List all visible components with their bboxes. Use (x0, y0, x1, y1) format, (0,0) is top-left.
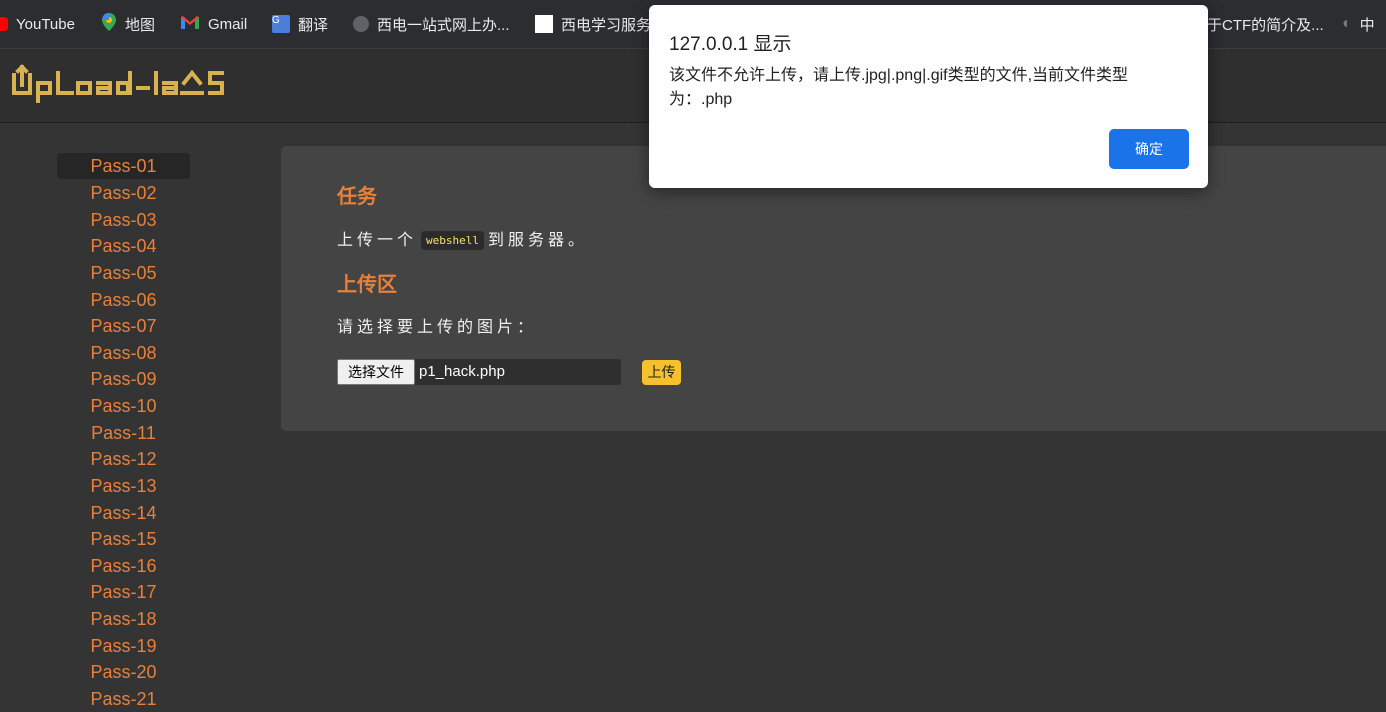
upload-heading: 上传区 (337, 274, 397, 296)
bookmark-ctf[interactable]: 于CTF的简介及... (1207, 13, 1324, 35)
bookmark-label: YouTube (16, 15, 75, 33)
bookmark-maps[interactable]: 地图 (101, 13, 155, 35)
sidebar-item-pass-21[interactable]: Pass-21 (57, 686, 190, 712)
sidebar: Pass-01 Pass-02 Pass-03 Pass-04 Pass-05 … (0, 123, 260, 709)
upload-prompt: 请选择要上传的图片： (337, 319, 538, 336)
sidebar-item-pass-10[interactable]: Pass-10 (57, 393, 190, 419)
sidebar-item-pass-19[interactable]: Pass-19 (57, 633, 190, 659)
bookmark-youtube[interactable]: YouTube (0, 13, 75, 35)
sidebar-item-pass-14[interactable]: Pass-14 (57, 500, 190, 526)
selected-file-name: p1_hack.php (419, 363, 505, 380)
bookmark-label: 翻译 (298, 16, 329, 34)
bookmark-label: 中 (1359, 16, 1375, 34)
dialog-message: 该文件不允许上传，请上传.jpg|.png|.gif类型的文件,当前文件类型为：… (669, 67, 1129, 108)
bookmark-label: 西电学习服务 (561, 16, 652, 34)
content-panel: 任务 上传一个 webshell 到服务器。 上传区 请选择要上传的图片： 选择文件… (281, 146, 1386, 431)
page-icon (535, 15, 553, 33)
dialog-ok-button[interactable]: 确定 (1109, 129, 1189, 169)
bookmark-label: 西电一站式网上办... (377, 16, 510, 34)
bookmark-label: 地图 (125, 16, 156, 34)
sidebar-item-pass-09[interactable]: Pass-09 (57, 366, 190, 392)
task-code: webshell (421, 231, 484, 250)
bookmark-xidian-study[interactable]: 西电学习服务 (535, 13, 651, 35)
sidebar-item-pass-02[interactable]: Pass-02 (57, 180, 190, 206)
task-heading: 任务 (337, 186, 377, 208)
bookmark-translate[interactable]: G 翻译 (272, 13, 328, 35)
dialog-title: 127.0.0.1 显示 (669, 34, 792, 55)
globe-icon (353, 16, 369, 32)
half-circle-icon: ◐ (1342, 15, 1352, 32)
upload-button[interactable]: 上传 (642, 360, 681, 385)
sidebar-item-pass-15[interactable]: Pass-15 (57, 526, 190, 552)
task-description: 上传一个 webshell 到服务器。 (337, 226, 588, 250)
sidebar-item-pass-17[interactable]: Pass-17 (57, 579, 190, 605)
task-text-after: 到服务器。 (488, 232, 589, 249)
sidebar-item-pass-16[interactable]: Pass-16 (57, 553, 190, 579)
alert-dialog: 127.0.0.1 显示 该文件不允许上传，请上传.jpg|.png|.gif类… (649, 5, 1208, 188)
maps-pin-icon (101, 13, 117, 35)
bookmark-label: Gmail (208, 15, 248, 33)
youtube-icon (0, 17, 8, 31)
bookmark-label: 于CTF的简介及... (1207, 16, 1324, 34)
sidebar-item-pass-11[interactable]: Pass-11 (57, 420, 190, 446)
bookmark-gmail[interactable]: Gmail (180, 13, 247, 35)
file-input[interactable]: 选择文件 p1_hack.php (337, 359, 621, 385)
site-logo[interactable] (10, 61, 270, 114)
sidebar-item-pass-03[interactable]: Pass-03 (57, 207, 190, 233)
bookmark-xidian-portal[interactable]: 西电一站式网上办... (353, 13, 510, 35)
logo-wordmark (12, 64, 224, 103)
sidebar-item-pass-20[interactable]: Pass-20 (57, 659, 190, 685)
sidebar-item-pass-06[interactable]: Pass-06 (57, 287, 190, 313)
sidebar-item-pass-07[interactable]: Pass-07 (57, 313, 190, 339)
translate-icon: G (272, 15, 290, 33)
gmail-icon (180, 15, 200, 34)
sidebar-item-pass-05[interactable]: Pass-05 (57, 260, 190, 286)
sidebar-item-pass-18[interactable]: Pass-18 (57, 606, 190, 632)
sidebar-item-pass-13[interactable]: Pass-13 (57, 473, 190, 499)
sidebar-item-pass-08[interactable]: Pass-08 (57, 340, 190, 366)
bookmark-zhong[interactable]: ◐ 中 (1342, 13, 1375, 35)
sidebar-item-pass-12[interactable]: Pass-12 (57, 446, 190, 472)
sidebar-item-pass-04[interactable]: Pass-04 (57, 233, 190, 259)
sidebar-item-pass-01[interactable]: Pass-01 (57, 153, 190, 179)
task-text-before: 上传一个 (337, 232, 418, 249)
choose-file-button[interactable]: 选择文件 (337, 359, 415, 385)
